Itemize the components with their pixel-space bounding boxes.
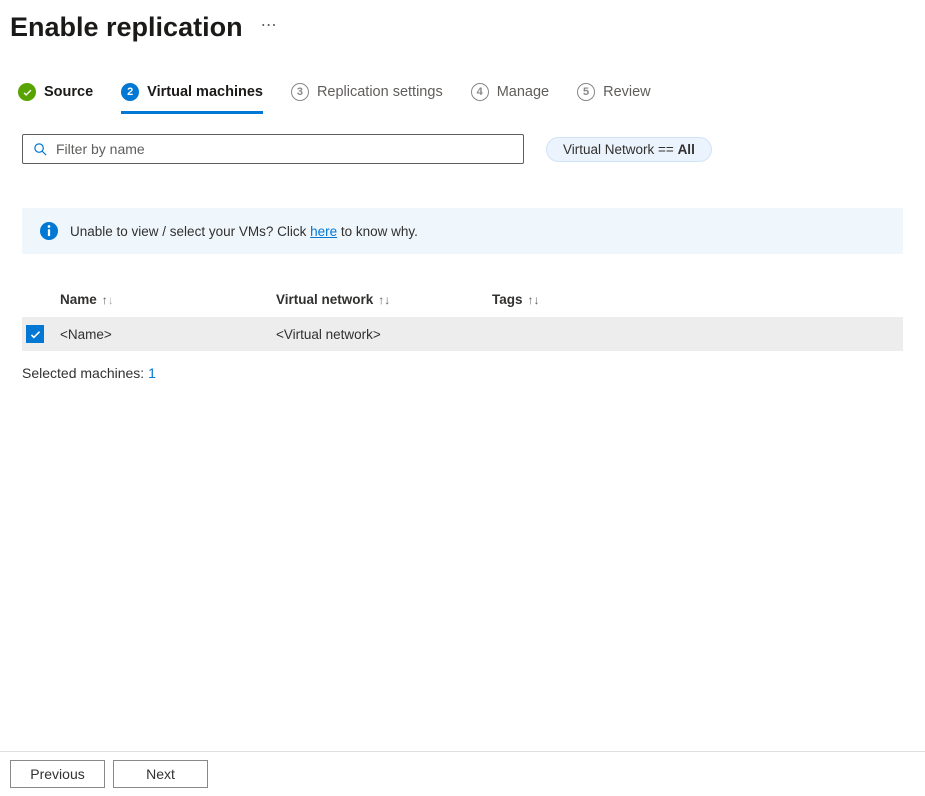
step-label: Replication settings [317,84,443,100]
more-menu-icon[interactable]: ⋯ [261,18,279,38]
next-button[interactable]: Next [113,760,208,788]
sort-icon: ↑↓ [102,293,114,307]
banner-text-before: Unable to view / select your VMs? Click [70,224,310,239]
selected-count: 1 [148,365,156,381]
search-icon [33,142,48,157]
step-label: Review [603,84,651,100]
sort-icon: ↑↓ [528,293,540,307]
page-title: Enable replication [10,12,243,43]
cell-vnet: <Virtual network> [276,327,486,342]
banner-link[interactable]: here [310,224,337,239]
filter-pill-value: All [678,142,695,157]
col-header-name[interactable]: Name ↑↓ [60,292,270,307]
step-badge-number: 2 [121,83,139,101]
step-virtual-machines[interactable]: 2 Virtual machines [121,83,263,114]
info-icon [40,222,58,240]
step-label: Manage [497,84,549,100]
col-header-label: Virtual network [276,292,373,307]
step-badge-number: 4 [471,83,489,101]
info-banner: Unable to view / select your VMs? Click … [22,208,903,254]
step-manage[interactable]: 4 Manage [471,83,549,114]
search-box[interactable] [22,134,524,164]
sort-icon: ↑↓ [378,293,390,307]
step-badge-number: 3 [291,83,309,101]
step-source[interactable]: Source [18,83,93,114]
filter-pill-prefix: Virtual Network == [563,142,678,157]
step-review[interactable]: 5 Review [577,83,651,114]
check-icon [18,83,36,101]
col-header-vnet[interactable]: Virtual network ↑↓ [276,292,486,307]
table-row[interactable]: <Name> <Virtual network> [22,317,903,351]
step-badge-number: 5 [577,83,595,101]
col-header-label: Tags [492,292,523,307]
row-checkbox[interactable] [26,325,44,343]
wizard-footer: Previous Next [0,751,925,796]
col-header-label: Name [60,292,97,307]
step-label: Source [44,84,93,100]
banner-text-after: to know why. [337,224,418,239]
cell-name: <Name> [60,327,270,342]
search-input[interactable] [56,141,513,157]
col-header-tags[interactable]: Tags ↑↓ [492,292,899,307]
step-label: Virtual machines [147,84,263,100]
selected-label: Selected machines: [22,365,148,381]
selected-summary: Selected machines: 1 [0,351,925,381]
step-replication-settings[interactable]: 3 Replication settings [291,83,443,114]
previous-button[interactable]: Previous [10,760,105,788]
vm-table: Name ↑↓ Virtual network ↑↓ Tags ↑↓ <Name… [22,282,903,351]
vnet-filter-pill[interactable]: Virtual Network == All [546,137,712,162]
wizard-stepper: Source 2 Virtual machines 3 Replication … [0,43,925,114]
